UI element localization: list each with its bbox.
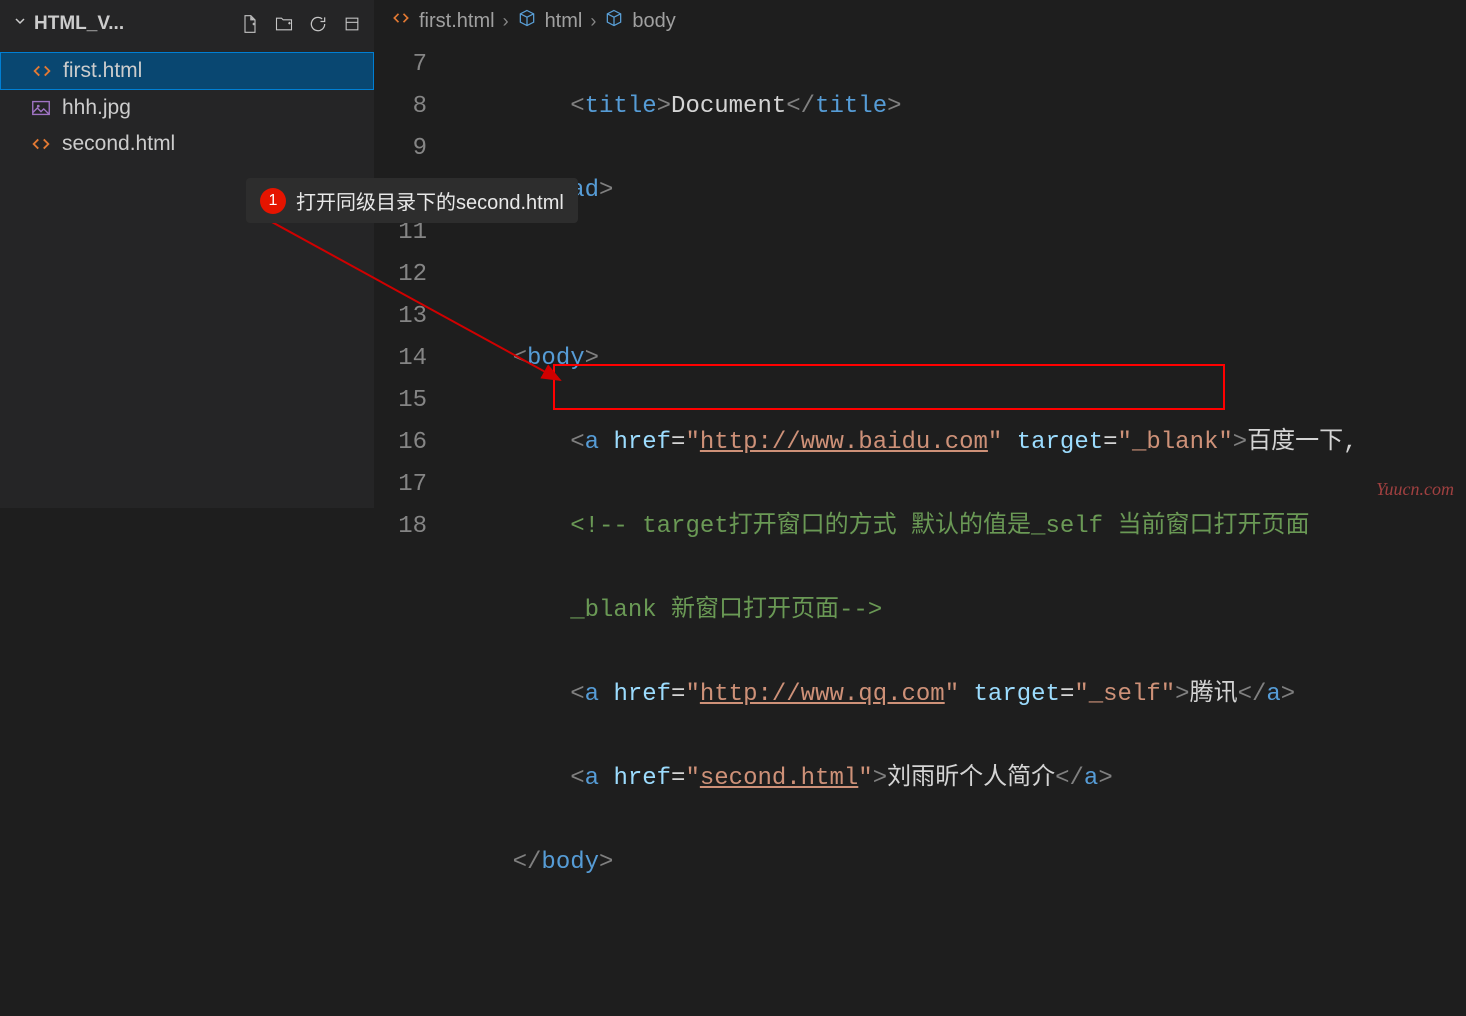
breadcrumb[interactable]: first.html › html › body [375, 0, 1466, 42]
folder-name: HTML_V... [34, 13, 124, 35]
html-file-icon [391, 8, 411, 34]
chevron-right-icon: › [590, 11, 596, 32]
file-label: second.html [62, 132, 175, 156]
explorer-actions [240, 14, 362, 34]
code-content[interactable]: <title>Document</title> </head> <body> <… [455, 42, 1466, 1016]
file-label: hhh.jpg [62, 96, 131, 120]
explorer-header: HTML_V... [0, 0, 374, 48]
editor-pane: first.html › html › body 7 8 9 10 11 12 … [375, 0, 1466, 508]
annotation-badge: 1 [260, 188, 286, 214]
watermark: Yuucn.com [1376, 479, 1454, 500]
file-item-first-html[interactable]: first.html [0, 52, 374, 90]
file-explorer-sidebar: HTML_V... first.html [0, 0, 375, 508]
chevron-down-icon [12, 13, 28, 35]
new-file-icon[interactable] [240, 14, 260, 34]
annotation-text: 打开同级目录下的second.html [296, 186, 564, 215]
file-label: first.html [63, 59, 142, 83]
refresh-icon[interactable] [308, 14, 328, 34]
html-file-icon [31, 60, 53, 82]
annotation-callout: 1 打开同级目录下的second.html [246, 178, 578, 223]
file-tree: first.html hhh.jpg second.html [0, 48, 374, 508]
breadcrumb-item[interactable]: body [632, 10, 675, 33]
file-item-hhh-jpg[interactable]: hhh.jpg [0, 90, 374, 126]
image-file-icon [30, 97, 52, 119]
new-folder-icon[interactable] [274, 14, 294, 34]
collapse-icon[interactable] [342, 14, 362, 34]
cube-icon [517, 8, 537, 34]
explorer-folder[interactable]: HTML_V... [12, 13, 240, 35]
file-item-second-html[interactable]: second.html [0, 126, 374, 162]
cube-icon [604, 8, 624, 34]
breadcrumb-item[interactable]: first.html [419, 10, 495, 33]
html-file-icon [30, 133, 52, 155]
breadcrumb-item[interactable]: html [545, 10, 583, 33]
chevron-right-icon: › [503, 11, 509, 32]
